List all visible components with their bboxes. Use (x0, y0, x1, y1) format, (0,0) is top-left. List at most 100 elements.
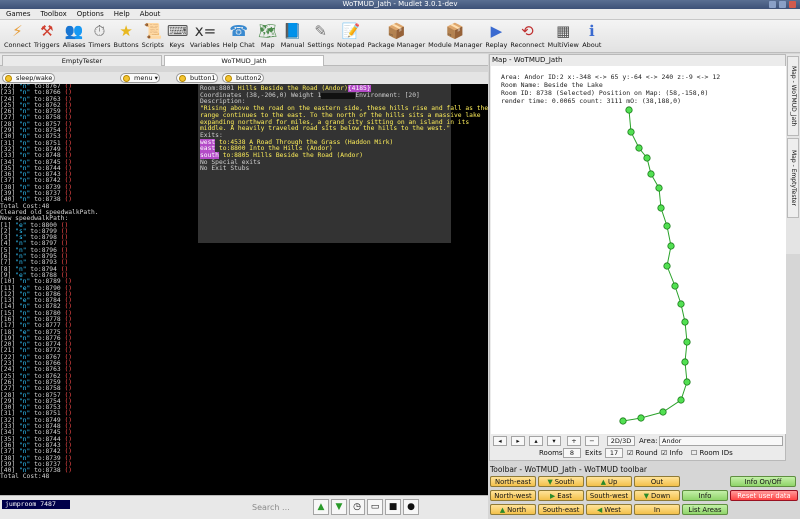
log-icon[interactable]: ▭ (367, 499, 383, 515)
toolbar-aliases-button[interactable]: 👥 Aliases (63, 20, 86, 50)
wot-west-button[interactable]: ◀ West (586, 504, 632, 515)
map-room[interactable] (635, 144, 643, 152)
arrow-right-icon: ▶ (550, 492, 556, 500)
wot-north-west-button[interactable]: North-west (490, 490, 536, 501)
map-room[interactable] (681, 358, 689, 366)
map-rooms[interactable] (491, 66, 786, 434)
exits-label: Exits (585, 449, 602, 457)
menu-options[interactable]: Options (77, 10, 104, 18)
sleep-wake-button[interactable]: sleep/wake (2, 73, 55, 83)
toolbar-buttons-button[interactable]: ★ Buttons (114, 20, 139, 50)
menu-button[interactable]: menu ▾ (120, 73, 160, 83)
wot-east-button[interactable]: ▶ East (538, 490, 584, 501)
toolbar-connect-button[interactable]: ⚡ Connect (4, 20, 31, 50)
tab-emptytester[interactable]: EmptyTester (2, 55, 162, 66)
map-room[interactable] (655, 184, 663, 192)
menu-games[interactable]: Games (6, 10, 31, 18)
toolbar-settings-button[interactable]: ✎ Settings (307, 20, 334, 50)
pan-up-button[interactable]: ▴ (529, 436, 543, 446)
zoom-in-button[interactable]: + (567, 436, 581, 446)
side-tab-map-emptytester[interactable]: Map - EmptyTester (787, 138, 799, 218)
info-checkbox[interactable]: ☑ Info (661, 449, 683, 457)
round-checkbox[interactable]: ☑ Round (627, 449, 658, 457)
toolbar-about-button[interactable]: ℹ About (582, 20, 602, 50)
scroll-down-icon[interactable]: ▼ (331, 499, 347, 515)
wot-in-button[interactable]: In (634, 504, 680, 515)
timestamp-icon[interactable]: ◷ (349, 499, 365, 515)
toolbar-keys-button[interactable]: ⌨ Keys (167, 20, 189, 50)
pan-down-button[interactable]: ▾ (547, 436, 561, 446)
area-select[interactable]: Andor (659, 436, 783, 446)
wot-south-west-button[interactable]: South-west (586, 490, 632, 501)
wot-south-east-button[interactable]: South-east (538, 504, 584, 515)
record-icon[interactable]: ● (403, 499, 419, 515)
wot-north-east-button[interactable]: North-east (490, 476, 536, 487)
map-room[interactable] (657, 204, 665, 212)
wot-info-button[interactable]: Info (682, 490, 728, 501)
search-input[interactable]: Search ... (252, 503, 310, 513)
map-room[interactable] (677, 300, 685, 308)
wot-out-button[interactable]: Out (634, 476, 680, 487)
toolbar-reconnect-button[interactable]: ⟲ Reconnect (510, 20, 544, 50)
pan-left-button[interactable]: ◂ (493, 436, 507, 446)
map-room[interactable] (625, 106, 633, 114)
menu-toolbox[interactable]: Toolbox (41, 10, 67, 18)
menu-about[interactable]: About (140, 10, 161, 18)
map-room[interactable] (663, 262, 671, 270)
toolbar-timers-button[interactable]: ⏱ Timers (89, 20, 111, 50)
button1[interactable]: button1 (176, 73, 218, 83)
wot-button-label: North-west (494, 492, 532, 500)
view-2d3d-button[interactable]: 2D/3D (607, 436, 635, 446)
map-room[interactable] (681, 318, 689, 326)
toolbar-variables-button[interactable]: x= Variables (190, 20, 220, 50)
toolbar-package-manager-button[interactable]: 📦 Package Manager (368, 20, 426, 50)
map-room[interactable] (647, 170, 655, 178)
map-room[interactable] (667, 242, 675, 250)
wot-north-button[interactable]: ▲ North (490, 504, 536, 515)
button2[interactable]: button2 (222, 73, 264, 83)
command-input[interactable]: jumproom 7487 (2, 500, 70, 509)
toolbar-multiview-button[interactable]: ▦ MultiView (548, 20, 579, 50)
pan-right-button[interactable]: ▸ (511, 436, 525, 446)
wot-down-button[interactable]: ▼ Down (634, 490, 680, 501)
tab-wotmud-jath[interactable]: WoTMUD_Jath (164, 55, 324, 66)
button-label: menu ▾ (134, 74, 158, 82)
exits-spinbox[interactable]: 17 (605, 448, 623, 458)
toolbar-scripts-button[interactable]: 📜 Scripts (142, 20, 164, 50)
toolbar-map-button[interactable]: 🗺 Map (258, 20, 278, 50)
map-canvas[interactable]: Area: Andor ID:2 x:-348 <-> 65 y:-64 <->… (491, 66, 786, 434)
profile-tab-bar: EmptyTester WoTMUD_Jath (0, 54, 488, 66)
scroll-up-icon[interactable]: ▲ (313, 499, 329, 515)
zoom-out-button[interactable]: − (585, 436, 599, 446)
emergency-stop-icon[interactable]: ■ (385, 499, 401, 515)
map-room[interactable] (671, 282, 679, 290)
wot-up-button[interactable]: ▲ Up (586, 476, 632, 487)
map-room[interactable] (683, 338, 691, 346)
close-button[interactable] (789, 1, 796, 8)
map-room[interactable] (683, 378, 691, 386)
map-room[interactable] (659, 408, 667, 416)
toolbar-manual-button[interactable]: 📘 Manual (281, 20, 305, 50)
toolbar-notepad-button[interactable]: 📝 Notepad (337, 20, 365, 50)
wot-info-on-off-button[interactable]: Info On/Off (730, 476, 796, 487)
map-room[interactable] (619, 417, 627, 425)
toolbar-triggers-button[interactable]: ⚒ Triggers (34, 20, 60, 50)
wot-reset-user-data-button[interactable]: Reset user data (730, 490, 798, 501)
map-room[interactable] (677, 396, 685, 404)
toolbar-help-chat-button[interactable]: ☎ Help Chat (223, 20, 255, 50)
map-room[interactable] (637, 414, 645, 422)
wot-list-areas-button[interactable]: List Areas (682, 504, 728, 515)
toolbar-module-manager-button[interactable]: 📦 Module Manager (428, 20, 482, 50)
side-tab-map-jath[interactable]: Map - WoTMUD_Jath (787, 56, 799, 136)
exit-text: to:8805 Hills Beside the Road (Andor) (218, 152, 364, 160)
map-room[interactable] (627, 128, 635, 136)
toolbar-replay-button[interactable]: ▶ Replay (485, 20, 507, 50)
maximize-button[interactable] (779, 1, 786, 8)
menu-help[interactable]: Help (114, 10, 130, 18)
wot-south-button[interactable]: ▼ South (538, 476, 584, 487)
rooms-spinbox[interactable]: 8 (563, 448, 581, 458)
map-room[interactable] (643, 154, 651, 162)
minimize-button[interactable] (769, 1, 776, 8)
map-room[interactable] (663, 222, 671, 230)
room-ids-checkbox[interactable]: ☐ Room IDs (691, 449, 733, 457)
